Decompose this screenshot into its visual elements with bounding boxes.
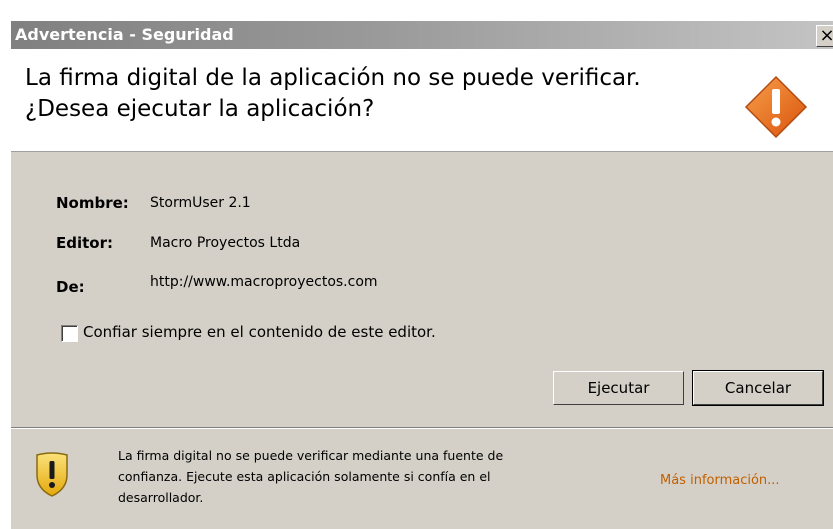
close-icon: ×: [819, 25, 833, 46]
footer-line-1: La firma digital no se puede verificar m…: [118, 448, 504, 463]
headline-line-2: ¿Desea ejecutar la aplicación?: [25, 96, 375, 122]
name-value: StormUser 2.1: [150, 195, 251, 211]
footer-message: La firma digital no se puede verificar m…: [118, 445, 588, 508]
name-label: Nombre:: [56, 194, 129, 212]
dialog-header: La firma digital de la aplicación no se …: [11, 49, 833, 152]
always-trust-label[interactable]: Confiar siempre en el contenido de este …: [83, 323, 436, 341]
footer-divider: [11, 427, 833, 429]
more-info-link[interactable]: Más información...: [660, 473, 780, 488]
warning-diamond-icon: [744, 75, 808, 139]
headline-line-1: La firma digital de la aplicación no se …: [25, 65, 641, 91]
publisher-value: Macro Proyectos Ltda: [150, 235, 301, 251]
close-button[interactable]: ×: [816, 25, 833, 47]
title-bar[interactable]: Advertencia - Seguridad ×: [11, 21, 833, 49]
from-url-value: http://www.macroproyectos.com: [150, 274, 378, 290]
run-button[interactable]: Ejecutar: [553, 371, 684, 405]
headline: La firma digital de la aplicación no se …: [25, 63, 715, 125]
security-warning-dialog: Advertencia - Seguridad × La firma digit…: [10, 20, 833, 529]
publisher-label: Editor:: [56, 234, 113, 252]
footer-line-3: desarrollador.: [118, 490, 204, 505]
footer-line-2: confianza. Ejecute esta aplicación solam…: [118, 469, 491, 484]
window-title: Advertencia - Seguridad: [15, 25, 234, 44]
shield-warning-icon: [36, 452, 68, 497]
always-trust-checkbox[interactable]: [61, 325, 78, 342]
from-label: De:: [56, 278, 85, 296]
cancel-button[interactable]: Cancelar: [692, 370, 824, 406]
